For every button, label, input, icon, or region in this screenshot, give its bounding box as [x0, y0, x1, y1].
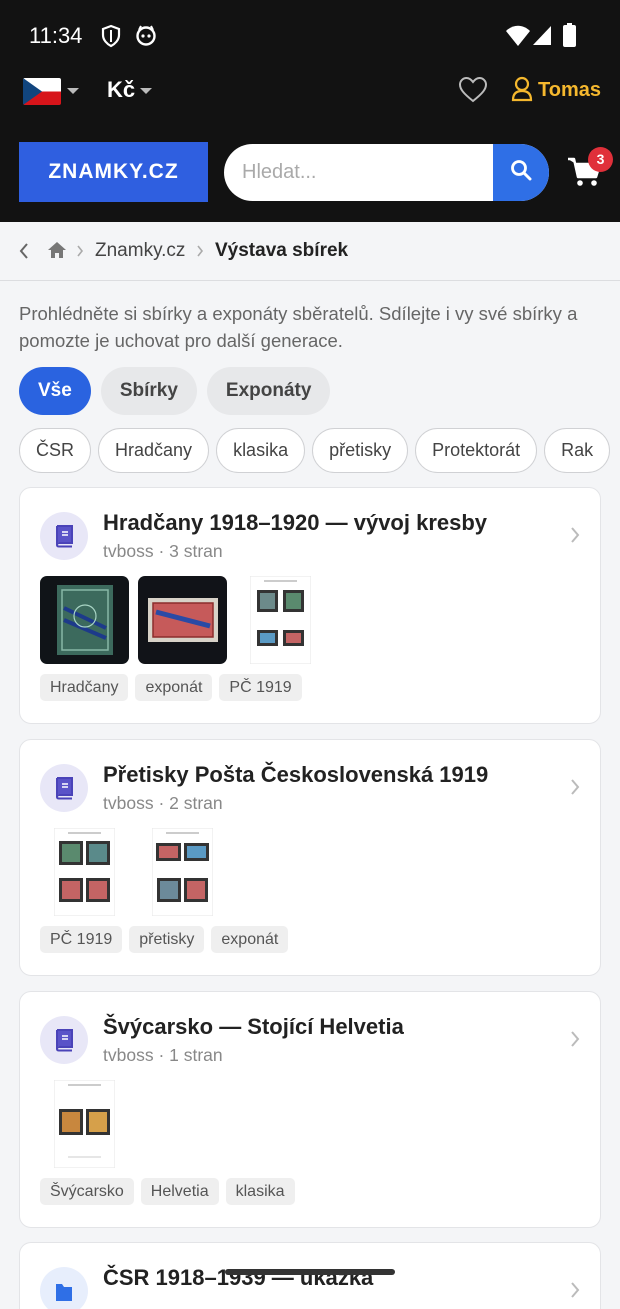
tab-all[interactable]: Vše: [19, 367, 91, 415]
search-bar: [224, 144, 549, 201]
album-page-thumbnail[interactable]: [151, 827, 214, 921]
chip-hradcany[interactable]: Hradčany: [98, 428, 210, 473]
chip-csr[interactable]: ČSR: [19, 428, 92, 473]
locale-user-row: Kč Tomas: [0, 70, 620, 114]
collection-card[interactable]: Hradčany 1918–1920 — vývoj kresby tvboss…: [19, 487, 601, 724]
breadcrumb: Znamky.cz Výstava sbírek: [0, 222, 620, 281]
tag[interactable]: Švýcarsko: [40, 1178, 134, 1205]
tag[interactable]: exponát: [135, 674, 213, 701]
breadcrumb-current: Výstava sbírek: [215, 240, 349, 261]
search-row: ZNAMKY.CZ 3: [0, 142, 620, 204]
chip-pretisky[interactable]: přetisky: [312, 428, 409, 473]
czech-flag-icon[interactable]: [23, 78, 61, 105]
stamp-thumbnail[interactable]: [40, 576, 129, 669]
collection-card[interactable]: Švýcarsko — Stojící Helvetia tvboss · 1 …: [19, 991, 601, 1228]
gesture-home-bar[interactable]: [225, 1269, 395, 1275]
chevron-right-icon[interactable]: [570, 778, 580, 801]
search-icon: [510, 159, 532, 186]
search-button[interactable]: [493, 144, 549, 201]
user-icon[interactable]: [511, 76, 533, 107]
language-chevron-down-icon[interactable]: [67, 88, 79, 94]
home-icon[interactable]: [47, 241, 67, 264]
username-link[interactable]: Tomas: [538, 79, 601, 102]
card-title[interactable]: Hradčany 1918–1920 — vývoj kresby: [103, 510, 487, 536]
stamp-thumbnail[interactable]: [138, 576, 227, 669]
book-icon: [40, 1016, 88, 1064]
battery-icon: [563, 23, 576, 52]
book-icon: [40, 764, 88, 812]
heart-icon[interactable]: [458, 76, 488, 109]
collection-card[interactable]: ČSR 1918–1939 — ukázka: [19, 1242, 601, 1309]
chevron-right-icon[interactable]: [570, 1281, 580, 1304]
wifi-icon: [505, 25, 531, 52]
tag[interactable]: PČ 1919: [40, 926, 123, 953]
status-time: 11:34: [29, 23, 83, 48]
breadcrumb-link-home[interactable]: Znamky.cz: [95, 240, 185, 262]
tag[interactable]: Hradčany: [40, 674, 129, 701]
chevron-left-icon[interactable]: [18, 242, 30, 265]
app-notification-icon: [135, 24, 157, 51]
chevron-right-icon: [76, 244, 84, 263]
currency-chevron-down-icon[interactable]: [140, 88, 152, 94]
album-page-thumbnail[interactable]: [249, 575, 312, 669]
currency-selector[interactable]: Kč: [107, 77, 135, 103]
tab-exhibits[interactable]: Exponáty: [206, 367, 331, 415]
chevron-right-icon[interactable]: [570, 526, 580, 549]
card-subtitle: tvboss · 3 stran: [103, 541, 223, 561]
cart-count-badge: 3: [588, 147, 613, 172]
card-title[interactable]: Švýcarsko — Stojící Helvetia: [103, 1014, 404, 1040]
tab-collections[interactable]: Sbírky: [100, 367, 197, 415]
search-input[interactable]: [242, 144, 502, 201]
card-tags: Švýcarsko Helvetia klasika: [40, 1178, 295, 1205]
tag-chips: ČSR Hradčany klasika přetisky Protektorát Rak: [19, 428, 620, 474]
site-logo[interactable]: ZNAMKY.CZ: [19, 142, 208, 202]
chip-rak[interactable]: Rak: [544, 428, 611, 473]
signal-icon: [532, 25, 552, 51]
card-tags: PČ 1919 přetisky exponát: [40, 926, 289, 953]
tag[interactable]: PČ 1919: [219, 674, 302, 701]
chip-klasika[interactable]: klasika: [216, 428, 306, 473]
filter-tabs: Vše Sbírky Exponáty: [19, 367, 331, 415]
book-icon: [40, 512, 88, 560]
card-subtitle: tvboss · 1 stran: [103, 1045, 223, 1065]
card-subtitle: tvboss · 2 stran: [103, 793, 223, 813]
tag[interactable]: přetisky: [129, 926, 205, 953]
status-bar: 11:34: [0, 0, 620, 72]
chevron-right-icon: [196, 244, 204, 263]
top-bar: 11:34 Kč Tomas ZNAMKY.CZ Hledat... 3: [0, 0, 620, 222]
card-tags: Hradčany exponát PČ 1919: [40, 674, 302, 701]
page-intro: Prohlédněte si sbírky a exponáty sběrate…: [19, 303, 578, 351]
collection-card[interactable]: Přetisky Pošta Československá 1919 tvbos…: [19, 739, 601, 976]
shield-icon: [101, 24, 121, 53]
tag[interactable]: klasika: [225, 1178, 295, 1205]
card-title[interactable]: Přetisky Pošta Československá 1919: [103, 762, 488, 788]
folder-icon: [40, 1267, 88, 1309]
chevron-right-icon[interactable]: [570, 1030, 580, 1053]
tag[interactable]: Helvetia: [140, 1178, 219, 1205]
chip-protektorat[interactable]: Protektorát: [415, 428, 538, 473]
album-page-thumbnail[interactable]: [53, 827, 116, 921]
album-page-thumbnail[interactable]: [53, 1079, 116, 1173]
tag[interactable]: exponát: [211, 926, 289, 953]
